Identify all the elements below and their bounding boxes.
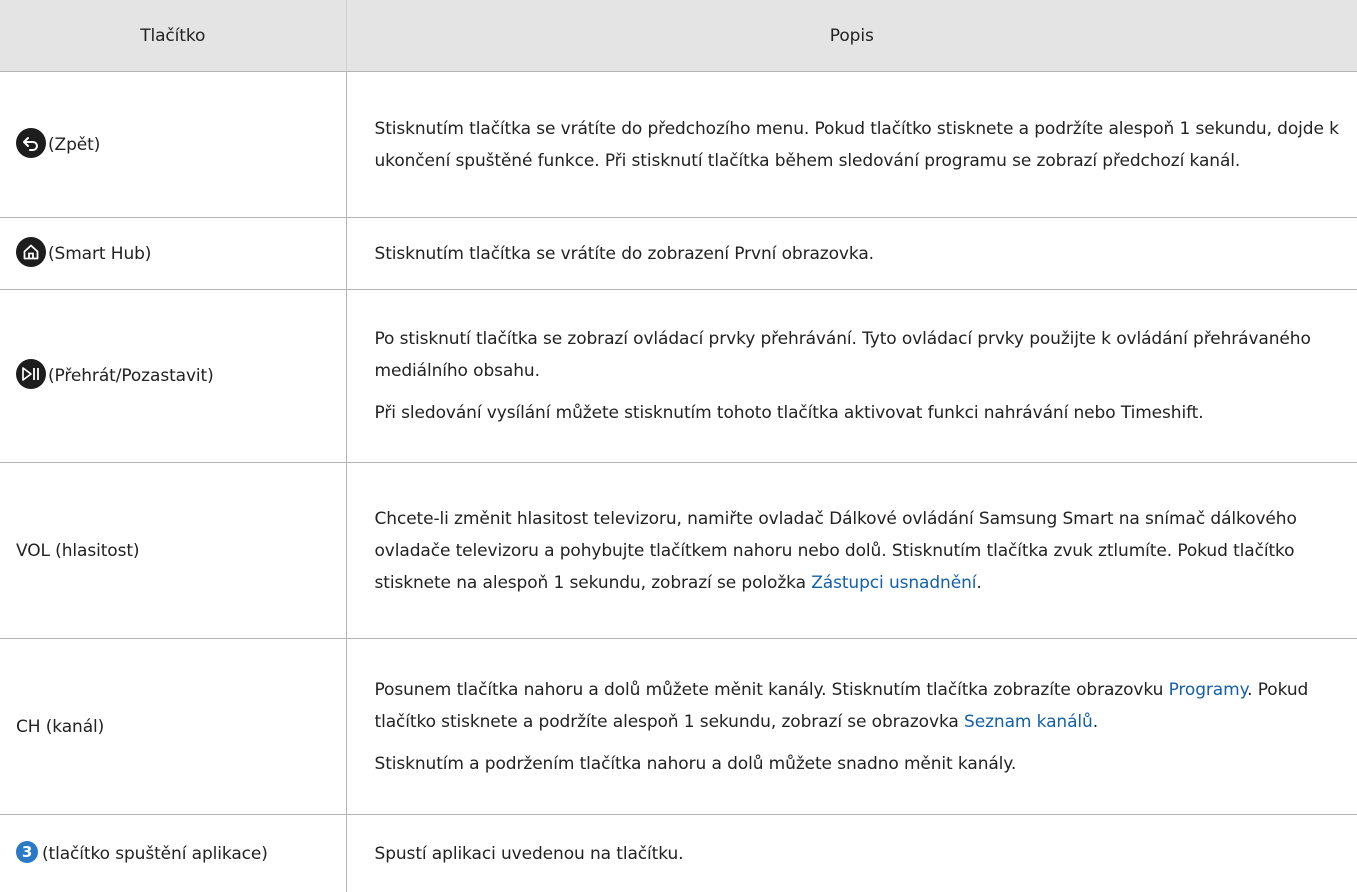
description-text: Stisknutím tlačítka se vrátíte do předch… xyxy=(375,113,1340,177)
number-3-icon: 3 xyxy=(16,841,38,863)
guide-link[interactable]: Programy xyxy=(1169,680,1248,700)
button-name: (tlačítko spuštění aplikace) xyxy=(42,844,268,864)
description-text: Chcete-li změnit hlasitost televizoru, n… xyxy=(375,503,1340,599)
description-text: Při sledování vysílání můžete stisknutím… xyxy=(375,397,1340,429)
button-name: VOL (hlasitost) xyxy=(16,541,139,561)
header-description-column: Popis xyxy=(346,0,1357,72)
description-text-part: Posunem tlačítka nahoru a dolů můžete mě… xyxy=(375,680,1169,700)
description-text-part: . xyxy=(976,573,981,593)
button-cell: (Přehrát/Pozastavit) xyxy=(0,290,346,463)
button-cell: (Smart Hub) xyxy=(0,218,346,290)
remote-buttons-table: Tlačítko Popis (Zpět) Stisknutím tlačítk… xyxy=(0,0,1357,892)
table-row: (Zpět) Stisknutím tlačítka se vrátíte do… xyxy=(0,72,1357,218)
button-name: (Přehrát/Pozastavit) xyxy=(48,366,214,386)
description-cell: Chcete-li změnit hlasitost televizoru, n… xyxy=(346,463,1357,639)
description-cell: Spustí aplikaci uvedenou na tlačítku. xyxy=(346,815,1357,892)
button-cell: 3(tlačítko spuštění aplikace) xyxy=(0,815,346,892)
description-text: Stisknutím a podržením tlačítka nahoru a… xyxy=(375,748,1340,780)
description-text: Posunem tlačítka nahoru a dolů můžete mě… xyxy=(375,674,1340,738)
description-cell: Po stisknutí tlačítka se zobrazí ovládac… xyxy=(346,290,1357,463)
accessibility-shortcuts-link[interactable]: Zástupci usnadnění xyxy=(811,573,976,593)
button-name: CH (kanál) xyxy=(16,717,104,737)
back-arrow-icon xyxy=(16,128,46,158)
table-row: (Smart Hub) Stisknutím tlačítka se vrátí… xyxy=(0,218,1357,290)
button-name: (Smart Hub) xyxy=(48,244,151,264)
table-row: (Přehrát/Pozastavit) Po stisknutí tlačít… xyxy=(0,290,1357,463)
table-row: CH (kanál) Posunem tlačítka nahoru a dol… xyxy=(0,639,1357,815)
description-text: Po stisknutí tlačítka se zobrazí ovládac… xyxy=(375,323,1340,387)
description-cell: Posunem tlačítka nahoru a dolů můžete mě… xyxy=(346,639,1357,815)
play-pause-icon xyxy=(16,359,46,389)
header-button-column: Tlačítko xyxy=(0,0,346,72)
description-cell: Stisknutím tlačítka se vrátíte do zobraz… xyxy=(346,218,1357,290)
button-cell: VOL (hlasitost) xyxy=(0,463,346,639)
table-row: VOL (hlasitost) Chcete-li změnit hlasito… xyxy=(0,463,1357,639)
button-name: (Zpět) xyxy=(48,135,100,155)
home-icon xyxy=(16,237,46,267)
description-text-part: . xyxy=(1093,712,1098,732)
button-cell: (Zpět) xyxy=(0,72,346,218)
button-cell: CH (kanál) xyxy=(0,639,346,815)
table-row: 3(tlačítko spuštění aplikace) Spustí apl… xyxy=(0,815,1357,892)
description-text: Stisknutím tlačítka se vrátíte do zobraz… xyxy=(375,238,1340,270)
description-cell: Stisknutím tlačítka se vrátíte do předch… xyxy=(346,72,1357,218)
table-header-row: Tlačítko Popis xyxy=(0,0,1357,72)
description-text: Spustí aplikaci uvedenou na tlačítku. xyxy=(375,838,1340,870)
channel-list-link[interactable]: Seznam kanálů xyxy=(964,712,1093,732)
